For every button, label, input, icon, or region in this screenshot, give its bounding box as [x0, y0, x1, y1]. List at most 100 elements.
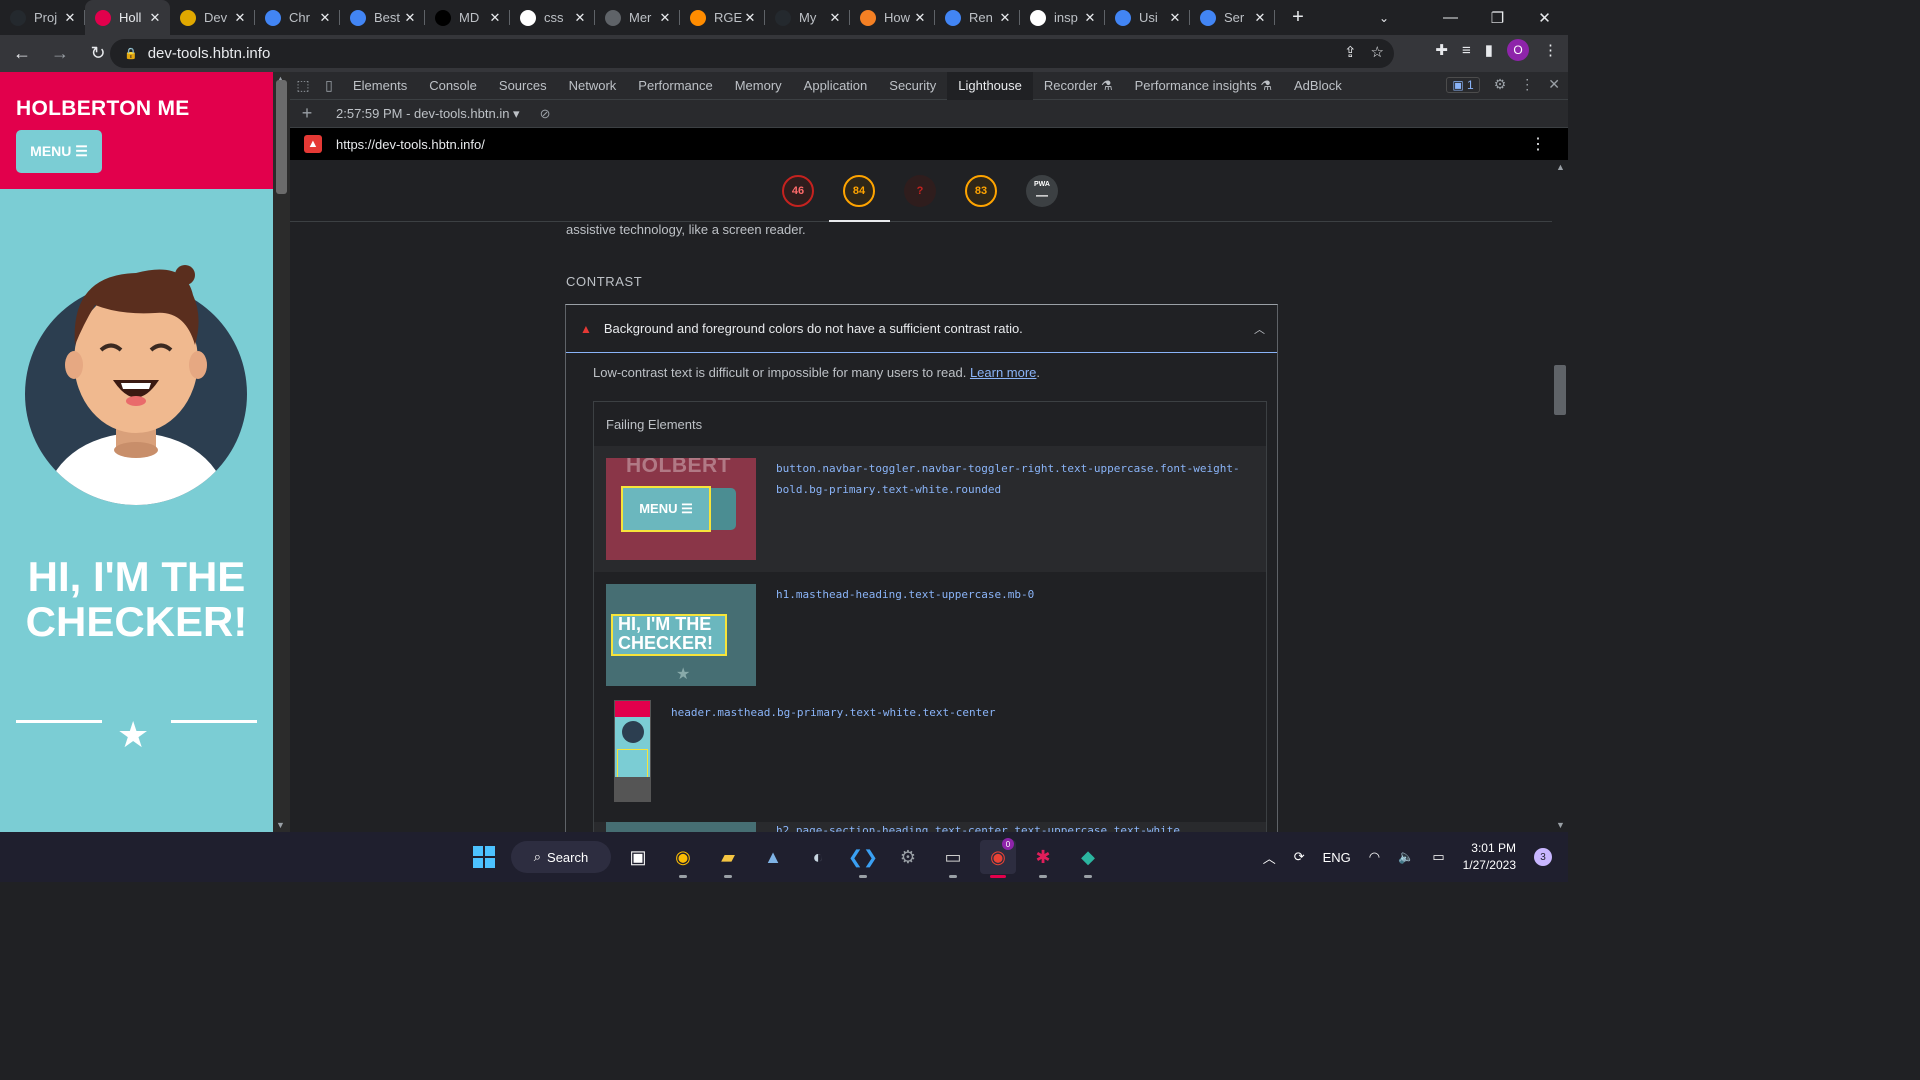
audit-header[interactable]: ▲ Background and foreground colors do no… [566, 305, 1277, 353]
table-row[interactable]: header.masthead.bg-primary.text-white.te… [594, 690, 1266, 812]
devtools-tab[interactable]: AdBlock [1283, 72, 1353, 100]
photos-icon[interactable]: ▲ [755, 840, 791, 874]
issues-badge[interactable]: ▣ 1 [1446, 76, 1480, 93]
site-brand[interactable]: HOLBERTON ME [16, 97, 190, 121]
score-gauge[interactable]: PWA — [1026, 175, 1058, 207]
close-tab-icon[interactable]: ✕ [913, 10, 927, 26]
chrome-icon[interactable]: ◉ [665, 840, 701, 878]
close-tab-icon[interactable]: ✕ [403, 10, 417, 26]
browser-tab[interactable]: Mer ✕ [595, 0, 680, 35]
devtools-tab[interactable]: Network [558, 72, 628, 100]
share-icon[interactable]: ⇪ [1344, 43, 1357, 61]
close-tab-icon[interactable]: ✕ [743, 10, 757, 26]
chevron-up-icon[interactable]: ︿ [1263, 848, 1276, 867]
node-selector[interactable]: header.masthead.bg-primary.text-white.te… [671, 702, 1251, 723]
devtools-tab[interactable]: Console [418, 72, 488, 100]
score-gauge[interactable]: 84 [843, 175, 875, 207]
battery-icon[interactable]: ▭ [1432, 849, 1444, 865]
close-tab-icon[interactable]: ✕ [148, 10, 162, 26]
address-bar[interactable]: 🔒 dev-tools.hbtn.info ⇪ ☆ [110, 39, 1394, 68]
tab-search-icon[interactable]: ⌄ [1359, 0, 1409, 35]
forward-icon[interactable]: → [44, 38, 76, 70]
close-tab-icon[interactable]: ✕ [658, 10, 672, 26]
device-toolbar-icon[interactable]: ▯ [316, 77, 342, 94]
page-scroll-thumb[interactable] [276, 80, 287, 194]
new-tab-icon[interactable]: + [1283, 3, 1313, 33]
menu-button[interactable]: MENU ☰ [16, 130, 102, 173]
score-gauge[interactable]: 46 [782, 175, 814, 207]
profile-avatar[interactable]: O [1507, 39, 1529, 61]
devtools-tab[interactable]: Memory [724, 72, 793, 100]
vscode-icon[interactable]: ❮❯ [845, 840, 881, 878]
devtools-tab[interactable]: Performance insights ⚗ [1124, 72, 1283, 100]
learn-more-link[interactable]: Learn more [970, 365, 1036, 380]
close-tab-icon[interactable]: ✕ [1083, 10, 1097, 26]
browser-tab[interactable]: How ✕ [850, 0, 935, 35]
browser-tab[interactable]: Dev ✕ [170, 0, 255, 35]
browser-tab[interactable]: css ✕ [510, 0, 595, 35]
lock-icon[interactable]: 🔒 [124, 47, 138, 60]
browser-tab[interactable]: MD ✕ [425, 0, 510, 35]
browser-tab[interactable]: RGE ✕ [680, 0, 765, 35]
clock[interactable]: 3:01 PM 1/27/2023 [1463, 840, 1516, 874]
settings-icon[interactable]: ⚙ [890, 840, 926, 874]
task-view-icon[interactable]: ▣ [620, 840, 656, 874]
start-icon[interactable] [466, 840, 502, 874]
minimize-icon[interactable]: — [1427, 0, 1474, 35]
browser-tab[interactable]: Usi ✕ [1105, 0, 1190, 35]
score-gauge[interactable]: ? [904, 175, 936, 207]
vscode-insiders-icon[interactable]: ◆ [1070, 840, 1106, 878]
devtools-tab[interactable]: Security [878, 72, 947, 100]
table-row[interactable]: HI, I'M THE CHECKER! ★ h1.masthead-headi… [594, 572, 1266, 690]
close-devtools-icon[interactable]: ✕ [1548, 76, 1560, 93]
wifi-icon[interactable]: ◠ [1369, 849, 1380, 865]
volume-icon[interactable]: 🔈 [1398, 849, 1414, 865]
new-report-icon[interactable]: + [290, 103, 324, 124]
slack-icon[interactable]: ✱ [1025, 840, 1061, 878]
media-queue-icon[interactable]: ≡ [1462, 42, 1471, 59]
settings-gear-icon[interactable]: ⚙ [1494, 76, 1507, 93]
sync-icon[interactable]: ⟳ [1294, 849, 1305, 865]
chevron-up-icon[interactable]: ︿ [1254, 321, 1265, 337]
node-selector[interactable]: h1.masthead-heading.text-uppercase.mb-0 [776, 584, 1256, 605]
close-tab-icon[interactable]: ✕ [573, 10, 587, 26]
close-tab-icon[interactable]: ✕ [63, 10, 77, 26]
devtools-tab[interactable]: Performance [627, 72, 723, 100]
report-scrollbar[interactable]: ▲ ▼ [1552, 160, 1568, 832]
side-panel-icon[interactable]: ▮ [1485, 41, 1493, 59]
language-indicator[interactable]: ENG [1323, 850, 1351, 865]
close-tab-icon[interactable]: ✕ [1253, 10, 1267, 26]
close-tab-icon[interactable]: ✕ [1168, 10, 1182, 26]
browser-tab[interactable]: My ✕ [765, 0, 850, 35]
browser-tab[interactable]: Ser ✕ [1190, 0, 1275, 35]
lighthouse-menu-icon[interactable]: ⋮ [1530, 134, 1546, 154]
steam-icon[interactable]: ◐ [800, 840, 836, 874]
report-scroll-thumb[interactable] [1554, 365, 1566, 415]
clear-report-icon[interactable]: ⊘ [540, 106, 551, 122]
chrome-profile-icon[interactable]: ◉ 0 [980, 838, 1016, 878]
taskbar-search[interactable]: ⌕ Search [511, 841, 611, 873]
devtools-menu-icon[interactable]: ⋮ [1520, 76, 1534, 93]
close-tab-icon[interactable]: ✕ [488, 10, 502, 26]
scroll-down-icon[interactable]: ▼ [1556, 820, 1565, 830]
extensions-icon[interactable]: ✚ [1435, 41, 1448, 59]
browser-tab[interactable]: insp ✕ [1020, 0, 1105, 35]
table-row[interactable]: h2.page-section-heading.text-center.text… [594, 820, 1266, 832]
page-scrollbar[interactable]: ▲ ▼ [273, 72, 290, 832]
restore-icon[interactable]: ❐ [1474, 0, 1521, 35]
browser-tab[interactable]: Holl ✕ [85, 0, 170, 35]
close-tab-icon[interactable]: ✕ [998, 10, 1012, 26]
scroll-down-icon[interactable]: ▼ [276, 820, 285, 830]
table-row[interactable]: HOLBERT MENU ☰ button.navbar-toggler.nav… [594, 446, 1266, 572]
lighthouse-url[interactable]: https://dev-tools.hbtn.info/ [336, 137, 485, 152]
chrome-menu-icon[interactable]: ⋮ [1543, 41, 1558, 59]
bookmark-star-icon[interactable]: ☆ [1371, 43, 1384, 61]
close-tab-icon[interactable]: ✕ [828, 10, 842, 26]
address-url[interactable]: dev-tools.hbtn.info [148, 45, 271, 62]
devtools-tab[interactable]: Application [793, 72, 879, 100]
devtools-tab[interactable]: Sources [488, 72, 558, 100]
browser-tab[interactable]: Chr ✕ [255, 0, 340, 35]
node-selector[interactable]: h2.page-section-heading.text-center.text… [776, 820, 1256, 832]
close-window-icon[interactable]: ✕ [1521, 0, 1568, 35]
close-tab-icon[interactable]: ✕ [318, 10, 332, 26]
